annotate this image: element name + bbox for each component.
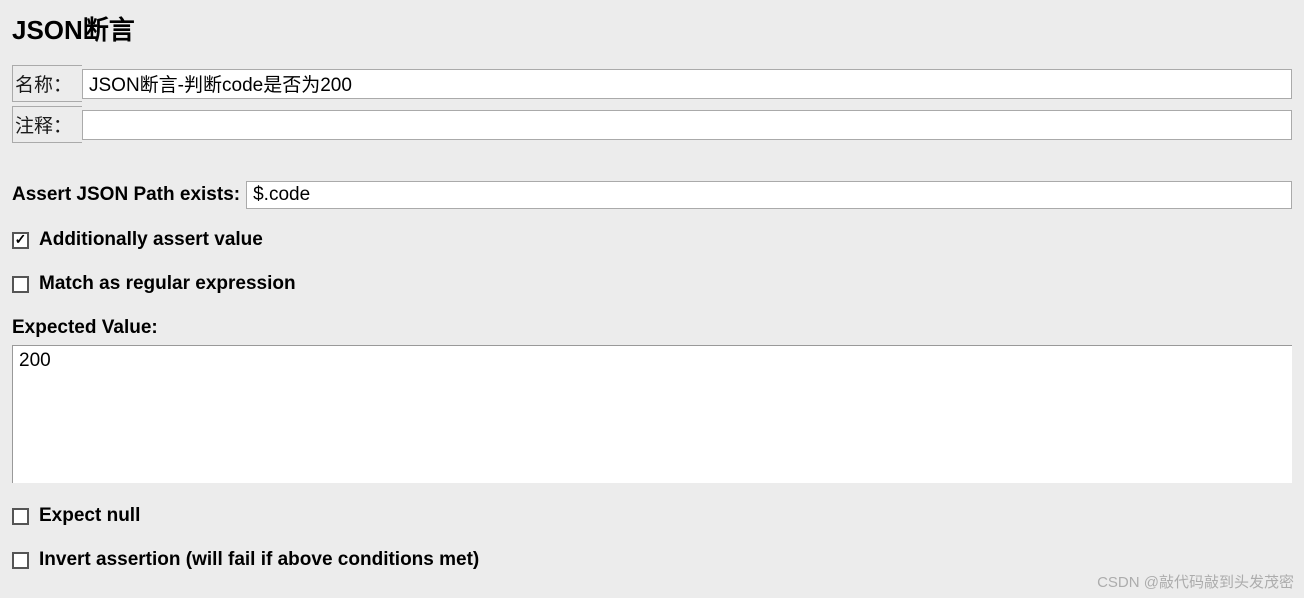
comment-input[interactable]: [82, 110, 1292, 140]
expect-null-checkbox[interactable]: [12, 508, 29, 525]
comment-row: 注释：: [12, 106, 1292, 143]
name-input[interactable]: [82, 69, 1292, 99]
expected-value-textarea[interactable]: [12, 345, 1292, 483]
additionally-assert-value-checkbox[interactable]: [12, 232, 29, 249]
name-row: 名称：: [12, 65, 1292, 102]
assert-path-row: Assert JSON Path exists:: [12, 181, 1292, 209]
invert-assertion-row: Invert assertion (will fail if above con…: [12, 549, 1292, 571]
invert-assertion-label[interactable]: Invert assertion (will fail if above con…: [39, 549, 479, 571]
name-label: 名称：: [12, 65, 82, 102]
expected-value-label: Expected Value:: [12, 317, 1292, 339]
watermark-text: CSDN @敲代码敲到头发茂密: [1097, 571, 1294, 592]
match-regex-row: Match as regular expression: [12, 273, 1292, 295]
assert-path-label: Assert JSON Path exists:: [12, 184, 240, 206]
match-regex-label[interactable]: Match as regular expression: [39, 273, 296, 295]
invert-assertion-checkbox[interactable]: [12, 552, 29, 569]
page-title: JSON断言: [12, 10, 1292, 47]
match-regex-checkbox[interactable]: [12, 276, 29, 293]
assert-path-input[interactable]: [246, 181, 1292, 209]
additionally-assert-value-label[interactable]: Additionally assert value: [39, 229, 263, 251]
additionally-assert-value-row: Additionally assert value: [12, 229, 1292, 251]
comment-label: 注释：: [12, 106, 82, 143]
expect-null-label[interactable]: Expect null: [39, 505, 140, 527]
expect-null-row: Expect null: [12, 505, 1292, 527]
